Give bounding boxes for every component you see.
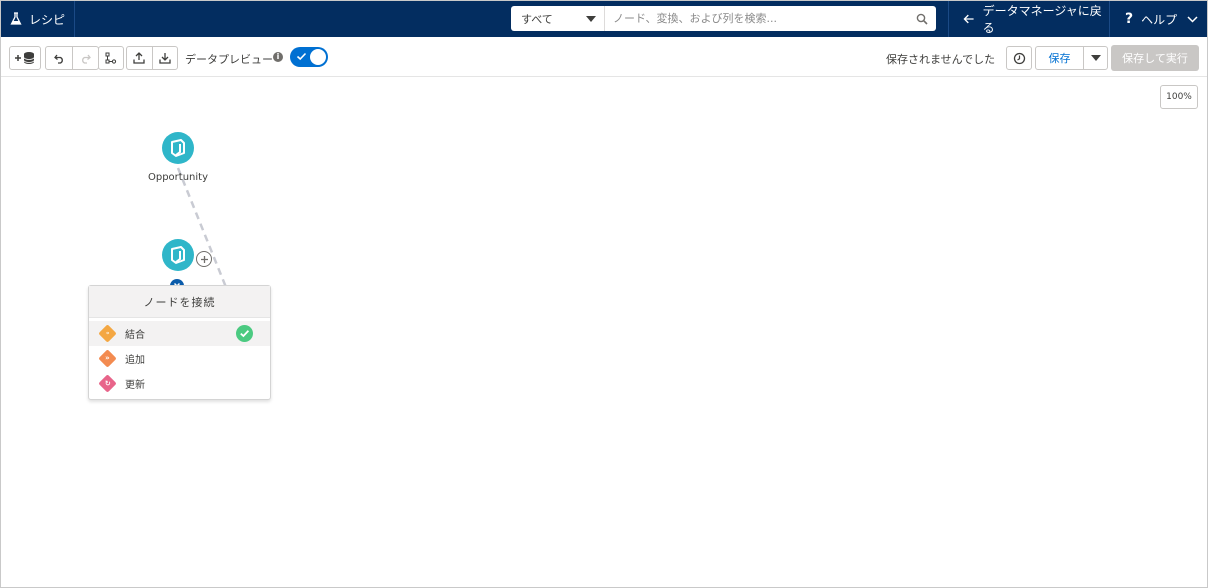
option-label: 追加 [125, 355, 145, 366]
save-split-button: 保存 [1035, 46, 1108, 70]
popover-title: ノードを接続 [89, 286, 270, 318]
append-icon: » [98, 349, 117, 368]
input-node-opportunity[interactable] [162, 132, 194, 164]
connect-option-append[interactable]: » 追加 [89, 346, 270, 371]
back-label: データマネージャに戻る [982, 4, 1102, 35]
back-to-data-manager-button[interactable]: データマネージャに戻る [948, 1, 1110, 37]
caret-down-icon [586, 15, 596, 22]
zoom-level-button[interactable]: 100% [1160, 85, 1198, 109]
save-button[interactable]: 保存 [1036, 47, 1084, 69]
search-scope-select[interactable]: すべて [511, 6, 605, 31]
plus-icon [200, 255, 208, 263]
help-menu-button[interactable]: ? ヘルプ [1111, 1, 1207, 37]
caret-down-icon [1090, 55, 1101, 61]
search-icon [916, 13, 928, 25]
chevron-down-icon [1187, 15, 1198, 23]
option-label: 結合 [125, 330, 145, 341]
save-status-text: 保存されませんでした [886, 53, 996, 66]
option-label: 更新 [125, 380, 145, 391]
connect-option-update[interactable]: ↻ 更新 [89, 371, 270, 396]
update-icon: ↻ [98, 374, 117, 393]
search-button[interactable] [908, 6, 936, 31]
check-circle-icon [236, 325, 253, 342]
connect-node-popover: ノードを接続 ⚬ 結合 » 追加 ↻ 更新 [88, 285, 271, 400]
input-node[interactable] [162, 239, 194, 271]
help-label: ヘルプ [1141, 12, 1178, 27]
version-history-button[interactable] [1006, 46, 1032, 70]
node-label: Opportunity [147, 172, 208, 183]
search-scope-label: すべて [521, 12, 553, 26]
dataset-icon [171, 246, 185, 264]
save-and-run-button[interactable]: 保存して実行 [1111, 45, 1199, 71]
question-icon: ? [1125, 11, 1134, 27]
connect-option-join[interactable]: ⚬ 結合 [89, 321, 270, 346]
search-input[interactable] [605, 7, 908, 30]
search-bar: すべて [511, 6, 936, 31]
history-icon [1013, 52, 1025, 64]
add-node-button[interactable] [196, 251, 212, 267]
arrow-left-icon [963, 14, 974, 24]
join-icon: ⚬ [98, 324, 117, 343]
toggle-knob [310, 49, 326, 65]
save-options-dropdown[interactable] [1084, 47, 1107, 69]
dataset-icon [171, 139, 185, 157]
